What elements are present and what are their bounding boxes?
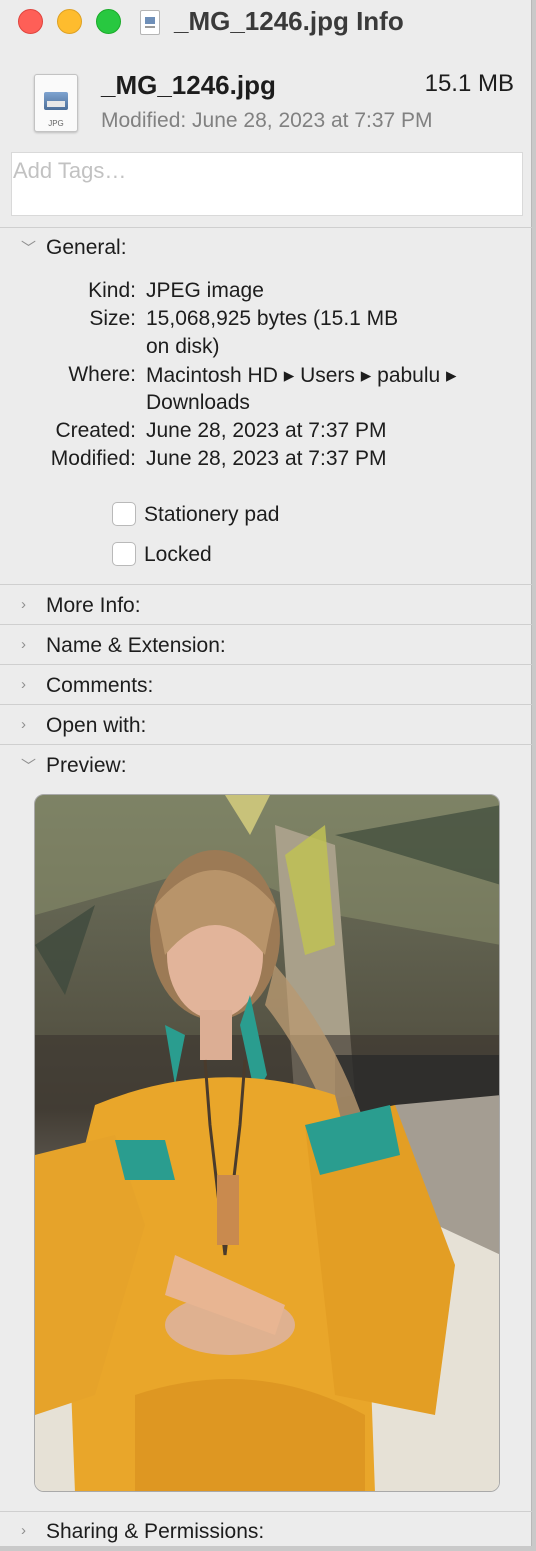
tags-field[interactable] bbox=[11, 152, 523, 216]
section-open-with-header[interactable]: › Open with: bbox=[0, 707, 532, 745]
divider bbox=[0, 227, 532, 228]
file-modified-date: Modified: June 28, 2023 at 7:37 PM bbox=[101, 109, 433, 132]
chevron-right-icon: › bbox=[21, 676, 26, 693]
window-title: _MG_1246.jpg Info bbox=[174, 6, 404, 36]
locked-label[interactable]: Locked bbox=[144, 543, 212, 567]
created-value: June 28, 2023 at 7:37 PM bbox=[146, 419, 387, 442]
chevron-right-icon: › bbox=[21, 636, 26, 653]
divider bbox=[0, 744, 532, 745]
created-label: Created: bbox=[55, 419, 136, 442]
jpeg-file-icon[interactable]: JPG bbox=[34, 74, 78, 132]
section-more-info-header[interactable]: › More Info: bbox=[0, 587, 532, 625]
chevron-down-icon: ﹀ bbox=[21, 240, 37, 257]
section-preview-label: Preview: bbox=[46, 754, 127, 777]
preview-photo bbox=[35, 795, 499, 1491]
section-open-with-label: Open with: bbox=[46, 714, 147, 737]
chevron-down-icon: ﹀ bbox=[21, 758, 37, 775]
chevron-right-icon: › bbox=[21, 716, 26, 733]
section-sharing-header[interactable]: › Sharing & Permissions: bbox=[0, 1513, 532, 1551]
title-bar: _MG_1246.jpg Info bbox=[0, 0, 532, 44]
modified-label: Modified: bbox=[50, 447, 136, 470]
image-preview-icon bbox=[44, 92, 68, 110]
kind-value: JPEG image bbox=[146, 279, 264, 302]
info-window: _MG_1246.jpg Info JPG _MG_1246.jpg 15.1 … bbox=[0, 0, 532, 1546]
file-icon-label: JPG bbox=[48, 119, 64, 128]
divider bbox=[0, 624, 532, 625]
section-general-header[interactable]: ﹀ General: bbox=[0, 229, 532, 267]
divider bbox=[0, 664, 532, 665]
file-size: 15.1 MB bbox=[424, 70, 514, 97]
section-preview-header[interactable]: ﹀ Preview: bbox=[0, 747, 532, 785]
where-value-continued: Downloads bbox=[146, 391, 250, 414]
zoom-button[interactable] bbox=[96, 9, 121, 34]
size-label: Size: bbox=[89, 307, 136, 330]
where-value: Macintosh HD ▸ Users ▸ pabulu ▸ bbox=[146, 364, 457, 387]
section-sharing-label: Sharing & Permissions: bbox=[46, 1520, 265, 1543]
size-value-continued: on disk) bbox=[146, 335, 220, 358]
image-preview[interactable] bbox=[34, 794, 500, 1492]
document-proxy-icon[interactable] bbox=[140, 10, 160, 35]
section-general-label: General: bbox=[46, 236, 127, 259]
locked-checkbox[interactable] bbox=[112, 542, 136, 566]
section-comments-label: Comments: bbox=[46, 674, 154, 697]
chevron-right-icon: › bbox=[21, 596, 26, 613]
kind-label: Kind: bbox=[88, 279, 136, 302]
section-comments-header[interactable]: › Comments: bbox=[0, 667, 532, 705]
divider bbox=[0, 584, 532, 585]
tags-input[interactable] bbox=[12, 153, 523, 189]
divider bbox=[0, 704, 532, 705]
section-name-extension-header[interactable]: › Name & Extension: bbox=[0, 627, 532, 665]
file-name: _MG_1246.jpg bbox=[101, 70, 276, 100]
close-button[interactable] bbox=[18, 9, 43, 34]
modified-value: June 28, 2023 at 7:37 PM bbox=[146, 447, 387, 470]
chevron-right-icon: › bbox=[21, 1522, 26, 1539]
stationery-pad-label[interactable]: Stationery pad bbox=[144, 503, 279, 527]
section-more-info-label: More Info: bbox=[46, 594, 141, 617]
section-name-extension-label: Name & Extension: bbox=[46, 634, 226, 657]
size-value: 15,068,925 bytes (15.1 MB bbox=[146, 307, 399, 330]
minimize-button[interactable] bbox=[57, 9, 82, 34]
where-label: Where: bbox=[68, 363, 136, 386]
divider bbox=[0, 1511, 532, 1512]
stationery-pad-checkbox[interactable] bbox=[112, 502, 136, 526]
